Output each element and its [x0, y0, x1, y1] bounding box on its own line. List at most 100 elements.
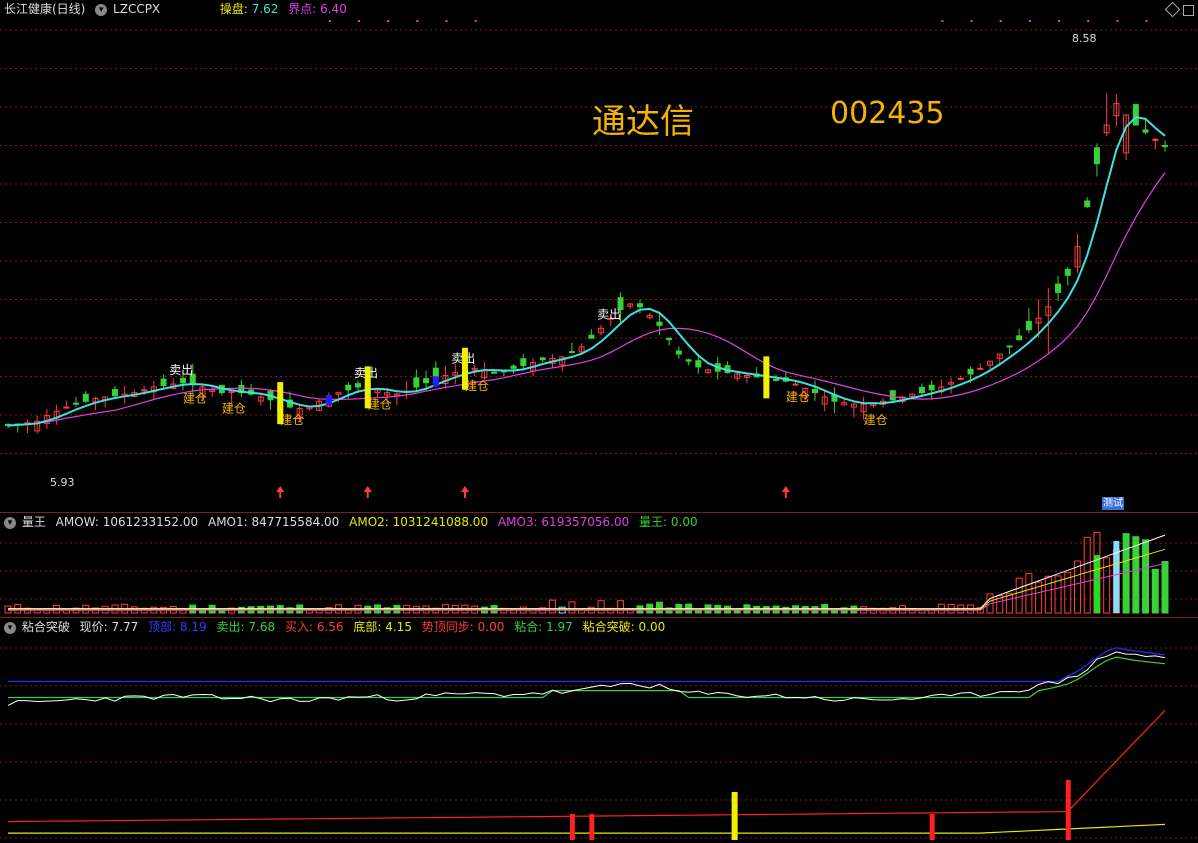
- top-dot: [387, 20, 390, 22]
- lw-value: 0.00: [670, 515, 698, 529]
- top-dot: [1028, 20, 1031, 22]
- top-value: 8.19: [179, 620, 207, 634]
- yellow-signal-bar: [763, 356, 770, 399]
- breakout-label: 粘合突破:: [582, 620, 635, 634]
- top-dot: [1087, 20, 1090, 22]
- top-dot: [1145, 20, 1148, 22]
- candle-body: [1152, 138, 1159, 141]
- yellow-signal-bar: [277, 382, 284, 425]
- candle-body: [773, 378, 780, 381]
- build-signal-label: 建仓: [465, 379, 489, 393]
- price-pane[interactable]: 卖出卖出卖出卖出建仓建仓建仓建仓建仓建仓建仓 长江健康(日线) ▾ LZCCPX…: [0, 0, 1198, 512]
- candle-body: [957, 377, 964, 380]
- top-dot: [970, 20, 973, 22]
- buy-arrow-icon: [781, 486, 790, 498]
- candle-body: [160, 378, 167, 387]
- top-dot: [941, 20, 944, 22]
- candle-body: [811, 388, 818, 394]
- candle-body: [695, 360, 702, 368]
- buy-arrow-icon: [363, 486, 372, 498]
- candle-body: [73, 402, 80, 405]
- volume-ma1-line: [8, 534, 1166, 610]
- volume-ma3-line: [8, 562, 1166, 611]
- volume-name[interactable]: 量王: [22, 515, 46, 529]
- sync-value: 0.00: [477, 620, 505, 634]
- indicator-pane[interactable]: ▾ 粘合突破 现价: 7.77 顶部: 8.19 卖出: 7.68 买入: 6.…: [0, 618, 1198, 843]
- buy-arrow-icon: [460, 486, 469, 498]
- volume-bar: [1073, 560, 1081, 614]
- candle-body: [1025, 320, 1032, 331]
- candle-body: [588, 334, 595, 339]
- amo2-label: AMO2:: [349, 515, 389, 529]
- low-price-label: 5.93: [50, 476, 75, 489]
- candle-body: [1084, 200, 1091, 208]
- candle-body: [656, 321, 663, 326]
- candle-body: [180, 377, 187, 384]
- bottom-label: 底部:: [353, 620, 382, 634]
- blue-marker: [432, 376, 439, 387]
- stick-value: 1.97: [546, 620, 573, 634]
- watermark-code: 002435: [830, 96, 945, 131]
- volume-bar: [1044, 575, 1052, 614]
- caopan-value: 7.62: [251, 2, 279, 16]
- stick-label: 粘合:: [514, 620, 543, 634]
- top-dot: [445, 20, 448, 22]
- build-signal-label: 建仓: [368, 397, 392, 411]
- breakout-spike-bar: [731, 792, 738, 840]
- candle-body: [520, 358, 527, 366]
- volume-bar: [548, 599, 556, 614]
- jiedian-value: 6.40: [320, 2, 347, 16]
- candle-body: [423, 378, 430, 384]
- top-dot: [1058, 20, 1061, 22]
- volume-pane[interactable]: ▾ 量王 AMOW: 1061233152.00 AMO1: 847715584…: [0, 513, 1198, 617]
- volume-ma2-line: [8, 548, 1166, 610]
- build-signal-label: 建仓: [222, 402, 246, 416]
- test-badge[interactable]: 测试: [1102, 497, 1124, 510]
- candle-body: [666, 337, 673, 341]
- indicator-toggle-icon-2[interactable]: ▾: [4, 621, 16, 634]
- indicator2-name[interactable]: 粘合突破: [22, 620, 70, 634]
- sell-value: 7.68: [248, 620, 276, 634]
- stock-title: 长江健康(日线): [4, 2, 86, 16]
- buy-line: [7, 709, 1166, 823]
- volume-bar: [1132, 536, 1140, 614]
- candle-body: [111, 389, 118, 397]
- indicator-toggle-icon[interactable]: ▾: [95, 3, 108, 16]
- volume-toggle-icon[interactable]: ▾: [4, 516, 16, 529]
- volume-bar: [1083, 536, 1091, 614]
- top-dot: [474, 20, 477, 22]
- window-square-icon[interactable]: [1183, 5, 1194, 16]
- amo1-value: 847715584.00: [251, 515, 340, 529]
- candle-body: [1142, 129, 1149, 133]
- build-signal-label: 建仓: [183, 392, 207, 406]
- top-dot: [358, 20, 361, 22]
- amo3-label: AMO3:: [497, 515, 538, 529]
- candle-body: [1064, 268, 1071, 276]
- bottom-line: [8, 823, 1166, 834]
- volume-bar: [1015, 577, 1023, 614]
- candle-body: [977, 367, 984, 370]
- price-chart: 卖出卖出卖出卖出建仓建仓建仓建仓建仓建仓建仓: [0, 20, 1198, 498]
- buy-arrow-icon: [276, 486, 285, 498]
- top-label: 顶部:: [148, 620, 177, 634]
- breakout-value: 0.00: [638, 620, 666, 634]
- caopan-label: 操盘:: [219, 2, 248, 16]
- sell-line: [8, 656, 1166, 699]
- yellow-signal-bar: [461, 347, 468, 390]
- candle-body: [967, 368, 974, 375]
- indicator-name[interactable]: LZCCPX: [113, 2, 160, 16]
- indicator-header: ▾ 粘合突破 现价: 7.77 顶部: 8.19 卖出: 7.68 买入: 6.…: [4, 618, 671, 636]
- candle-body: [928, 384, 935, 391]
- high-price-label: 8.58: [1072, 32, 1097, 45]
- sync-spike-bar: [929, 814, 935, 840]
- build-signal-label: 建仓: [786, 390, 810, 404]
- candle-body: [675, 350, 682, 355]
- candle-body: [685, 359, 692, 362]
- top-dot: [999, 20, 1002, 22]
- amo1-label: AMO1:: [207, 515, 248, 529]
- buy-value: 6.56: [316, 620, 344, 634]
- candle-body: [1016, 335, 1023, 341]
- candle-body: [63, 406, 70, 409]
- volume-bar: [617, 600, 625, 614]
- top-dot: [328, 20, 331, 22]
